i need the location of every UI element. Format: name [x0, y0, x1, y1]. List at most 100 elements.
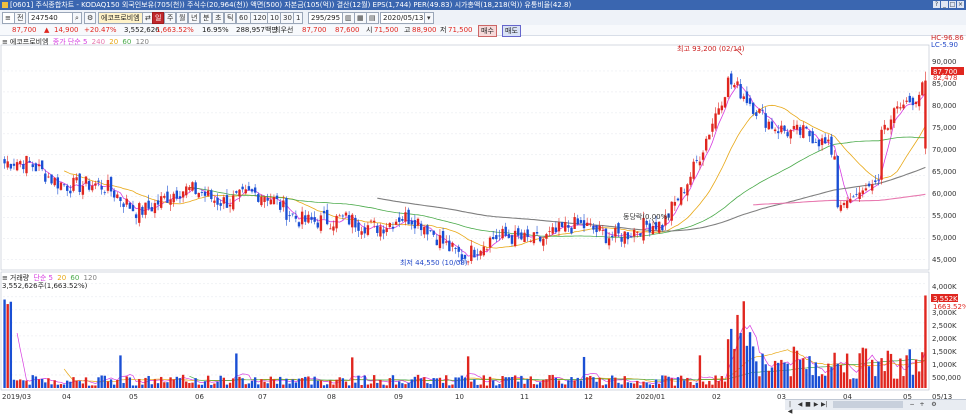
candle-body — [307, 214, 310, 223]
candle-body — [175, 190, 179, 199]
volume-bar — [582, 356, 586, 388]
candle-body — [3, 159, 6, 164]
volume-tick: 1,500K — [932, 348, 957, 356]
candle-body — [241, 186, 244, 190]
candle-body — [206, 190, 210, 196]
candle-body — [792, 125, 796, 130]
volume-bar — [53, 380, 56, 388]
volume-bar — [842, 372, 846, 388]
volume-bar — [429, 383, 432, 388]
candle-body — [357, 222, 360, 231]
chart-settings-icon[interactable]: ⚙ — [931, 401, 937, 408]
candle-body — [329, 228, 332, 230]
candle-body — [711, 123, 714, 132]
volume-bar — [335, 379, 338, 388]
candle-body — [429, 230, 432, 232]
scroll-next-icon[interactable]: ▶ — [813, 401, 819, 408]
volume-bar — [567, 380, 570, 388]
volume-tick: 500,000 — [932, 374, 961, 382]
volume-bar — [742, 301, 745, 388]
volume-bar — [316, 380, 319, 388]
volume-pct-tag: 1663.52% — [933, 303, 966, 311]
candle-body — [72, 177, 75, 191]
candle-body — [31, 164, 34, 168]
candle-body — [426, 225, 429, 235]
volume-bar — [150, 384, 153, 388]
candle-body — [639, 233, 642, 236]
volume-current-tag: 3,552K — [933, 295, 958, 303]
volume-bar — [354, 382, 357, 388]
candle-body — [698, 161, 702, 166]
volume-bar — [517, 381, 520, 388]
candle-body — [739, 84, 742, 99]
candle-body — [253, 187, 257, 193]
zoom-out-icon[interactable]: − — [909, 401, 915, 408]
candle-body — [159, 196, 163, 208]
volume-bar — [313, 376, 316, 388]
zoom-in-icon[interactable]: + — [919, 401, 925, 408]
volume-bar — [892, 378, 896, 388]
volume-bar — [138, 378, 141, 388]
volume-bar — [802, 358, 805, 388]
volume-bar — [238, 376, 241, 388]
candle-body — [197, 192, 200, 198]
candle-body — [507, 234, 511, 238]
stock-chart[interactable]: 90,000 85,000 80,000 75,000 70,000 65,00… — [0, 0, 966, 409]
low-annotation: 최저 44,550 (10/08) — [400, 258, 468, 267]
volume-bar — [689, 381, 692, 388]
volume-bar — [924, 295, 927, 388]
scroll-stop-icon[interactable]: ■ — [805, 401, 811, 408]
candle-body — [344, 212, 348, 216]
candle-body — [272, 197, 276, 205]
volume-bar — [222, 377, 226, 388]
candle-body — [12, 163, 16, 166]
volume-bar — [899, 358, 902, 388]
volume-bar — [285, 378, 288, 388]
candle-body — [820, 138, 824, 145]
volume-bar — [141, 384, 144, 388]
candle-body — [780, 125, 783, 133]
candle-body — [379, 226, 382, 237]
chart-scrollbar[interactable]: |◀ ◀ ■ ▶ ▶| − + ⚙ — [785, 399, 966, 415]
volume-bar — [491, 380, 495, 388]
scroll-last-icon[interactable]: ▶| — [821, 401, 828, 408]
candle-body — [169, 199, 172, 205]
candle-body — [886, 128, 890, 130]
volume-bar — [679, 375, 683, 388]
scroll-track[interactable] — [833, 401, 903, 408]
volume-bar — [817, 376, 821, 388]
candle-body — [864, 188, 868, 191]
candle-body — [751, 102, 755, 114]
volume-bar — [269, 376, 272, 388]
volume-bar — [100, 375, 103, 388]
candle-body — [770, 121, 774, 129]
volume-bar — [573, 380, 576, 388]
candle-body — [363, 227, 366, 234]
volume-bar — [733, 348, 736, 388]
candle-body — [654, 222, 658, 230]
candle-body — [592, 225, 595, 230]
volume-bar — [664, 375, 667, 388]
volume-bar — [197, 384, 200, 388]
candle-body — [686, 184, 689, 196]
volume-bar — [830, 367, 833, 388]
volume-bar — [66, 380, 69, 388]
candle-body — [560, 222, 564, 227]
volume-bar — [153, 379, 157, 388]
candle-body — [122, 203, 125, 207]
scroll-first-icon[interactable]: |◀ — [787, 401, 793, 415]
volume-bar — [332, 384, 335, 388]
candle-body — [216, 197, 219, 205]
volume-bar — [304, 376, 307, 388]
x-tick: 05 — [129, 393, 138, 401]
volume-bar — [495, 385, 498, 388]
volume-bar — [272, 379, 276, 388]
scroll-prev-icon[interactable]: ◀ — [797, 401, 803, 408]
volume-bar — [767, 370, 771, 388]
candle-body — [210, 190, 213, 200]
candle-body — [225, 195, 229, 208]
volume-bar — [789, 376, 792, 388]
volume-bar — [861, 347, 864, 388]
candle-body — [213, 200, 216, 203]
volume-bar — [855, 378, 858, 388]
